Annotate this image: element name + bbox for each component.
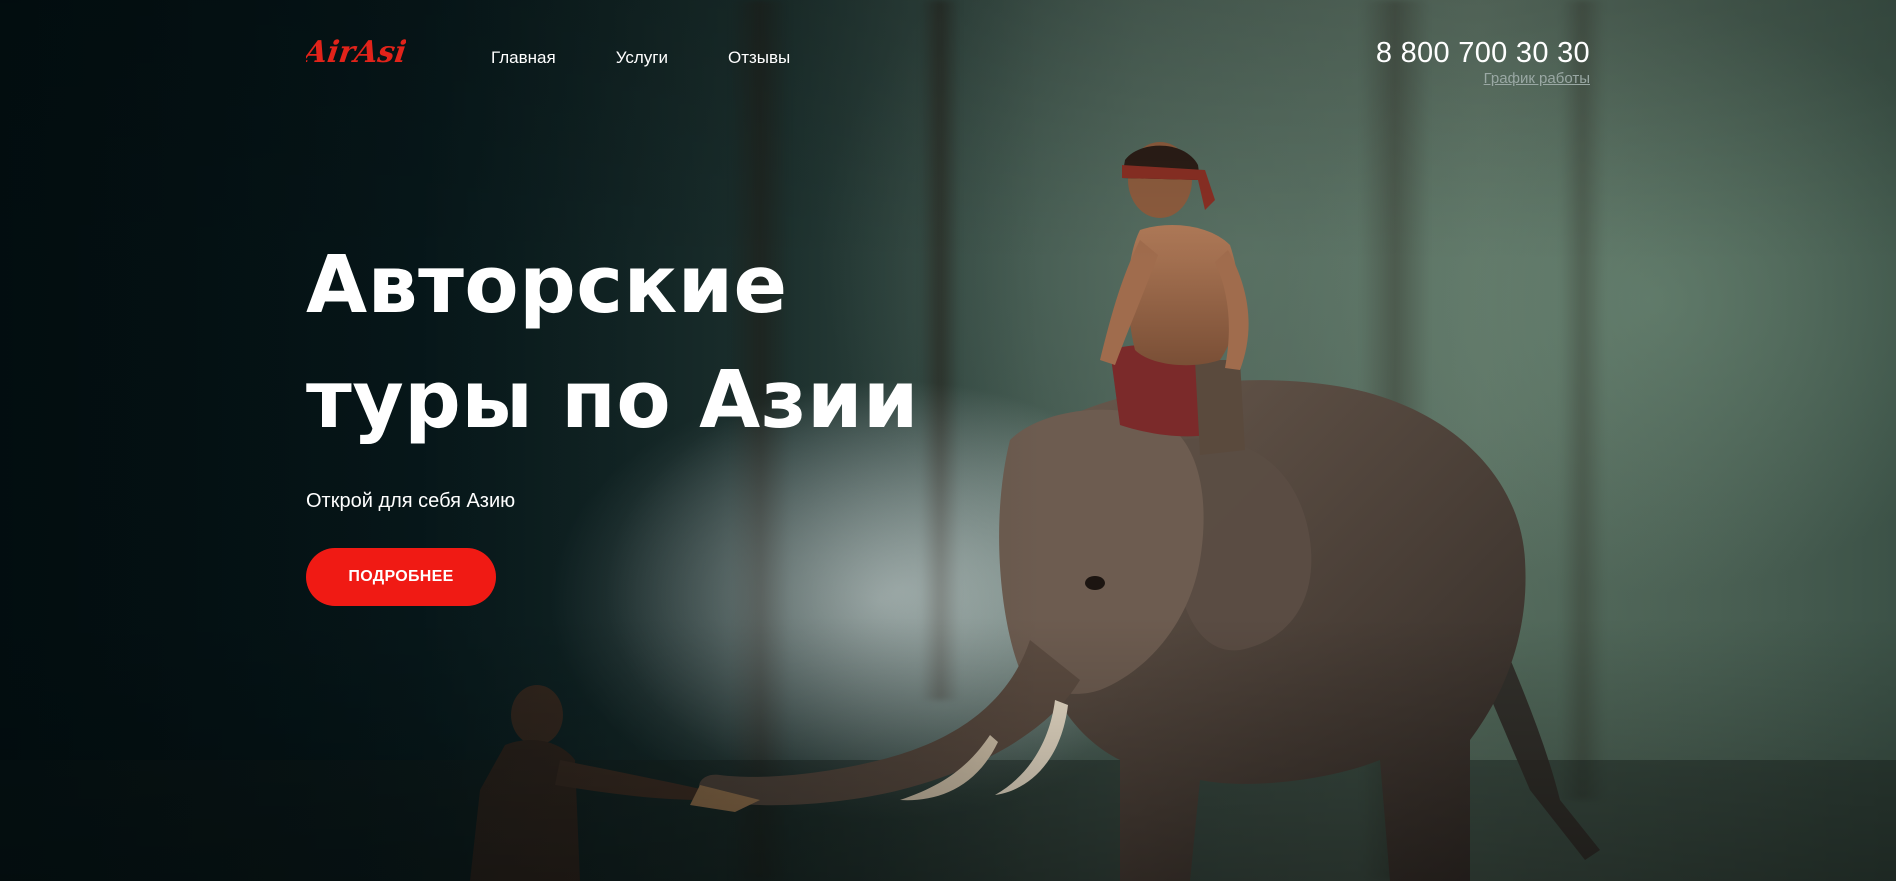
nav-link-reviews[interactable]: Отзывы xyxy=(728,48,790,68)
nav-link-services[interactable]: Услуги xyxy=(616,48,668,68)
hero-subtitle: Открой для себя Азию xyxy=(306,490,516,512)
airasia-logo-icon: AirAsia xyxy=(299,35,428,70)
hero-title-line-2: туры по Азии xyxy=(306,354,919,446)
hero-section: AirAsia Главная Услуги Отзывы 8 800 700 … xyxy=(0,0,1896,881)
hero-title-line-1: Авторские xyxy=(306,239,788,331)
schedule-link[interactable]: График работы xyxy=(1376,70,1590,87)
site-header: AirAsia Главная Услуги Отзывы 8 800 700 … xyxy=(0,0,1896,110)
main-navigation: Главная Услуги Отзывы xyxy=(491,48,790,68)
hero-content: Авторские туры по Азии Открой для себя А… xyxy=(306,228,1006,606)
nav-link-home[interactable]: Главная xyxy=(491,48,556,68)
phone-number[interactable]: 8 800 700 30 30 xyxy=(1376,36,1590,70)
more-details-button[interactable]: ПОДРОБНЕЕ xyxy=(306,548,496,606)
hero-title: Авторские туры по Азии xyxy=(306,228,1006,458)
airasia-logo[interactable]: AirAsia xyxy=(299,26,428,74)
header-contacts: 8 800 700 30 30 График работы xyxy=(1376,36,1590,87)
svg-text:AirAsia: AirAsia xyxy=(306,35,406,70)
